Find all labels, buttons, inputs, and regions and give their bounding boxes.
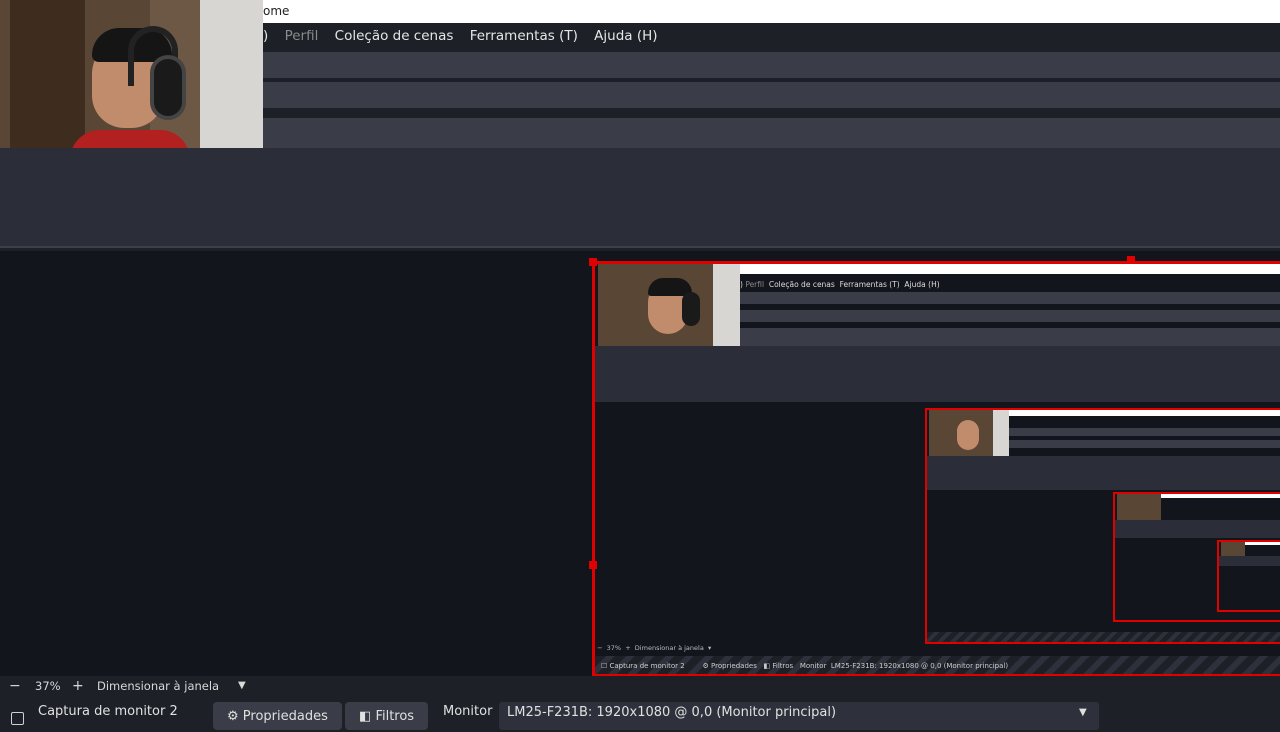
dock-divider[interactable] [0,246,1280,248]
nested-capture-3[interactable] [1113,492,1280,622]
gear-icon: ⚙ [227,709,239,724]
dock-area [0,148,1280,246]
webcam-door [10,0,85,148]
menu-item-partial[interactable]: ) [263,23,268,50]
filter-icon: ◧ [359,709,372,724]
fit-to-window-label[interactable]: Dimensionar à janela [97,676,219,696]
properties-button[interactable]: ⚙ Propriedades [213,702,342,730]
window-title: ome [263,4,290,18]
menu-bar: ) Perfil Coleção de cenas Ferramentas (T… [263,23,1280,50]
menu-item-perfil[interactable]: Perfil [285,23,319,50]
caret-down-icon: ▼ [1079,707,1087,718]
resize-handle-top[interactable] [1127,256,1135,264]
menu-item-ferramentas[interactable]: Ferramentas (T) [470,23,578,50]
monitor-select-value: LM25-F231B: 1920x1080 @ 0,0 (Monitor pri… [507,705,837,720]
source-visibility-checkbox[interactable] [11,712,24,725]
menu-item-ajuda[interactable]: Ajuda (H) [594,23,657,50]
webcam-wall [200,0,263,148]
nested-webcam-1 [598,264,740,346]
zoom-out-icon[interactable]: − [9,676,21,696]
zoom-in-icon[interactable]: + [72,676,84,696]
zoom-level: 37% [35,679,61,693]
webcam-shirt [70,130,190,148]
window-titlebar: ome [263,0,1280,23]
source-name: Captura de monitor 2 [38,704,178,719]
monitor-label: Monitor [443,704,493,719]
menu-item-colecao-de-cenas[interactable]: Coleção de cenas [335,23,454,50]
nested-capture-1[interactable]: ) Perfil Coleção de cenas Ferramentas (T… [592,261,1280,677]
headphone-cup [150,55,186,120]
resize-handle-left[interactable] [589,561,597,569]
resize-handle-top-left[interactable] [589,258,597,266]
filters-label: Filtros [375,709,415,724]
toolbar-row-3 [263,118,1280,148]
filters-button[interactable]: ◧ Filtros [345,702,429,730]
caret-down-icon[interactable]: ▼ [238,676,246,696]
preview-status-bar: − 37% + Dimensionar à janela ▼ [0,676,1280,696]
properties-label: Propriedades [242,709,328,724]
webcam-feed [0,0,263,148]
monitor-select[interactable]: LM25-F231B: 1920x1080 @ 0,0 (Monitor pri… [499,702,1099,730]
toolbar-row-2 [263,82,1280,108]
toolbar-row-1 [263,52,1280,78]
nested-capture-2[interactable] [925,408,1280,644]
source-toolbar: Captura de monitor 2 ⚙ Propriedades ◧ Fi… [0,700,1280,730]
nested-capture-4[interactable] [1217,540,1280,612]
